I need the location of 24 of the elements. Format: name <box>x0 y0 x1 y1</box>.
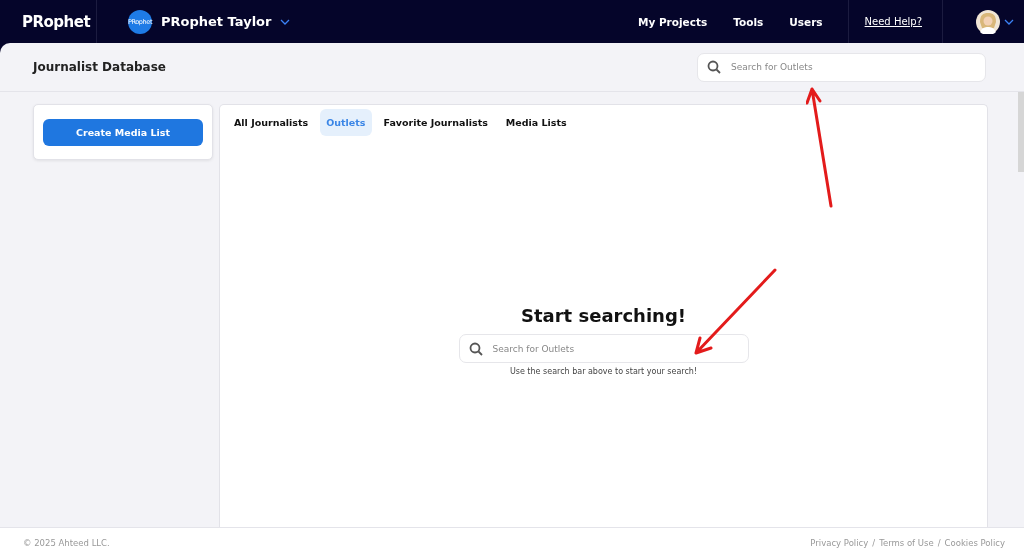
empty-state-title: Start searching! <box>521 305 686 326</box>
hint-text: Use the search bar above to start your search! <box>509 367 698 376</box>
nav-link[interactable]: Tools <box>733 15 764 28</box>
tab[interactable]: Media Lists <box>499 109 573 136</box>
create-media-list-button[interactable]: Create Media List <box>43 119 203 146</box>
avatar-icon[interactable] <box>976 9 1000 34</box>
copyright-text: © 2025 Ahteed LLC. <box>23 537 110 548</box>
tab[interactable]: Favorite Journalists <box>377 109 494 136</box>
chevron-down-icon[interactable] <box>280 18 291 25</box>
nav-link[interactable]: Users <box>789 15 823 28</box>
search-field[interactable]: Search for Outlets <box>697 52 986 82</box>
logo[interactable]: PRophet <box>22 12 91 31</box>
nav-link[interactable]: My Projects <box>637 15 708 28</box>
search-icon <box>707 60 721 74</box>
help-link[interactable]: Need Help? <box>864 16 922 27</box>
separator: / <box>937 537 941 548</box>
scrollbar[interactable] <box>1018 92 1024 172</box>
search-field[interactable]: Search for Outlets <box>458 334 749 363</box>
page-title: Journalist Database <box>33 60 166 74</box>
workspace-name[interactable]: PRophet Taylor <box>161 14 272 29</box>
separator: / <box>872 537 876 548</box>
chevron-down-icon[interactable] <box>1004 18 1014 25</box>
tab[interactable]: All Journalists <box>228 109 315 136</box>
search-icon <box>468 341 483 356</box>
